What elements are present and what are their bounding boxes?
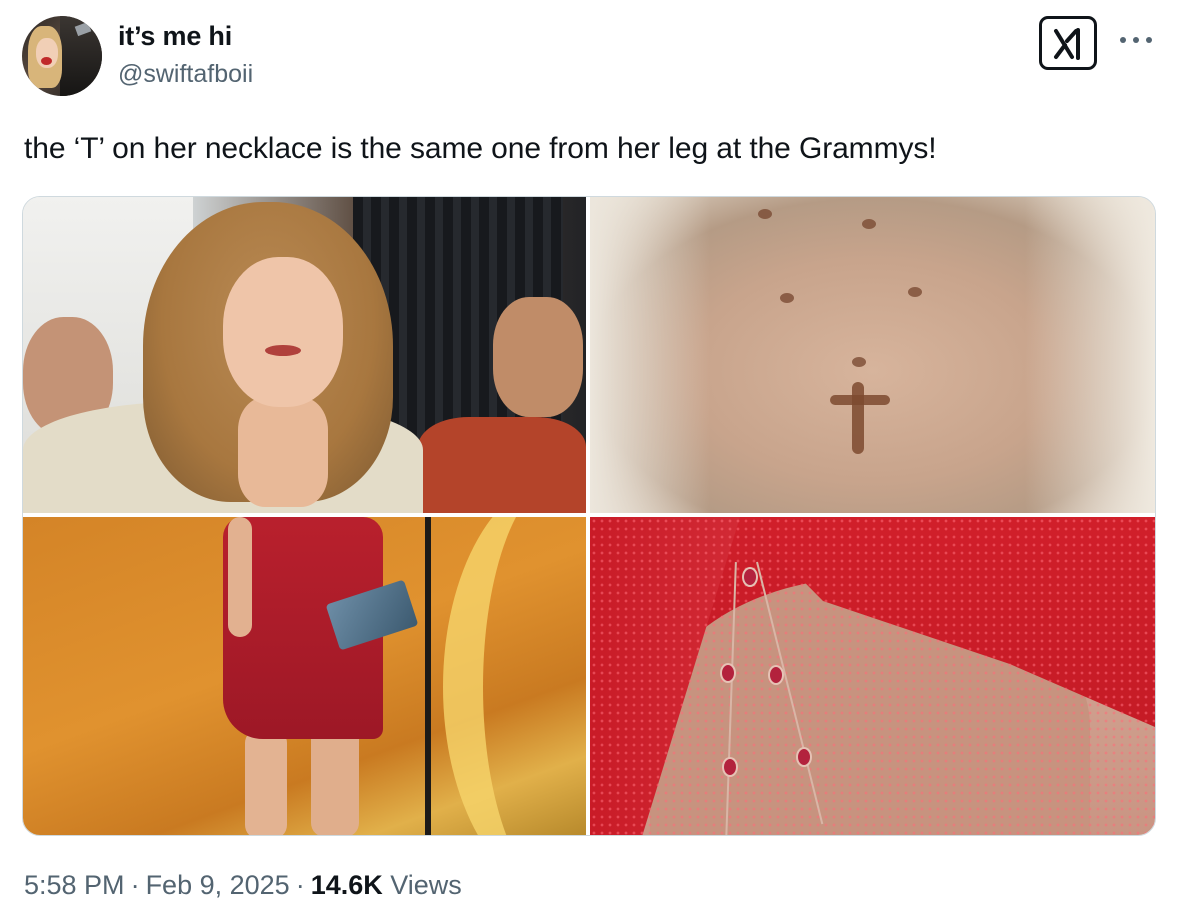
- media-grid: [22, 196, 1156, 836]
- photo-sequins: [590, 517, 1155, 835]
- tweet-time[interactable]: 5:58 PM: [24, 870, 125, 900]
- photo-gold-arc: [443, 517, 586, 835]
- photo-pole: [425, 517, 431, 835]
- photo-arm: [228, 517, 252, 637]
- photo-shirt: [418, 417, 586, 513]
- necklace-stone: [758, 209, 772, 219]
- media-image-3[interactable]: [23, 517, 586, 835]
- leg-chain-gem: [770, 667, 782, 683]
- display-name[interactable]: it’s me hi: [118, 21, 232, 52]
- more-dot: [1133, 37, 1139, 43]
- tweet-date[interactable]: Feb 9, 2025: [146, 870, 290, 900]
- photo-neck: [238, 397, 328, 507]
- media-image-4[interactable]: [590, 517, 1155, 835]
- necklace-stone: [780, 293, 794, 303]
- views-label: Views: [390, 870, 462, 900]
- tweet-card: it’s me hi @swiftafboii the ‘T’ on her n…: [0, 0, 1182, 922]
- more-horizontal-icon[interactable]: [1118, 30, 1154, 50]
- leg-chain-gem: [798, 749, 810, 765]
- avatar-mouth: [41, 57, 52, 65]
- xai-glyph: [1054, 28, 1080, 60]
- leg-chain-gem: [724, 759, 736, 775]
- leg-chain-gem: [744, 569, 756, 585]
- meta-separator: ·: [130, 870, 140, 900]
- photo-man: [493, 297, 583, 417]
- necklace-stone: [908, 287, 922, 297]
- necklace-stone: [862, 219, 876, 229]
- photo-leg: [245, 729, 287, 835]
- tweet-meta: 5:58 PM · Feb 9, 2025 · 14.6K Views: [24, 870, 462, 901]
- more-dot: [1146, 37, 1152, 43]
- photo-lips: [265, 345, 301, 356]
- necklace-stone: [852, 357, 866, 367]
- tweet-text: the ‘T’ on her necklace is the same one …: [24, 132, 937, 165]
- media-image-1[interactable]: [23, 197, 586, 513]
- media-image-2[interactable]: [590, 197, 1155, 513]
- necklace-t-pendant: [852, 382, 864, 454]
- more-dot: [1120, 37, 1126, 43]
- meta-separator: ·: [295, 870, 305, 900]
- photo-face: [223, 257, 343, 407]
- photo-shade-left: [590, 197, 710, 513]
- views-count[interactable]: 14.6K: [311, 870, 383, 900]
- xai-grok-icon[interactable]: [1039, 16, 1097, 70]
- photo-shade-right: [1025, 197, 1155, 513]
- necklace-t-pendant-bar: [830, 395, 890, 405]
- leg-chain-gem: [722, 665, 734, 681]
- avatar[interactable]: [22, 16, 102, 96]
- user-handle[interactable]: @swiftafboii: [118, 60, 253, 89]
